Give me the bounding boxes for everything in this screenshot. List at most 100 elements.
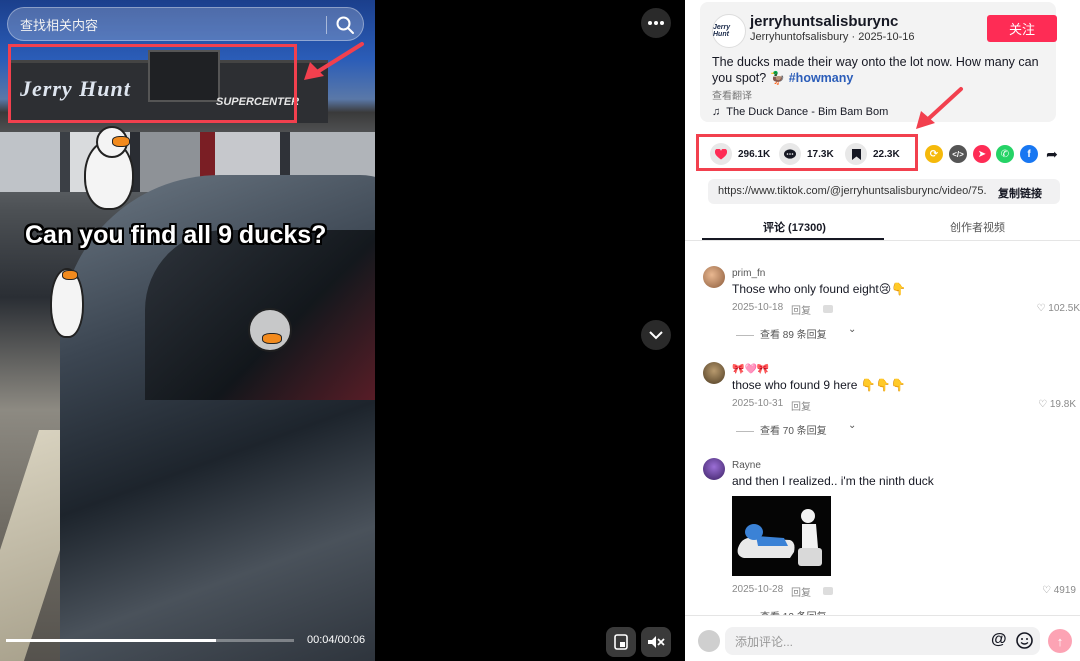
comment-composer: @ ↑ (685, 615, 1080, 661)
music-link[interactable]: ♫ The Duck Dance - Bim Bam Bom (712, 106, 888, 118)
tab-creator-videos[interactable]: 创作者视频 (950, 219, 1005, 235)
video-timestamp: 00:04/00:06 (307, 634, 366, 646)
comment-item: 🎀🩷🎀 those who found 9 here 👇👇👇 2025-10-3… (703, 362, 1078, 442)
muted-speaker-icon (648, 636, 665, 648)
current-user-avatar (698, 630, 720, 652)
bookmark-icon (845, 143, 867, 165)
arrow-up-icon: ↑ (1056, 633, 1064, 649)
duck-beak (112, 136, 130, 147)
like-stat[interactable]: 296.1K (710, 140, 770, 168)
comment-image[interactable] (732, 496, 831, 576)
mention-icon[interactable]: @ (991, 631, 1007, 649)
send-button[interactable]: ↑ (1048, 629, 1072, 653)
whatsapp-icon[interactable]: ✆ (996, 145, 1014, 163)
commenter-name[interactable]: Rayne (732, 460, 761, 471)
hashtag-link[interactable]: #howmany (789, 71, 854, 85)
reply-button[interactable]: 回复 (791, 302, 811, 317)
chevron-down-icon: ⌄ (848, 324, 857, 335)
pip-button[interactable] (606, 627, 636, 657)
heart-outline-icon: ♡ (1042, 585, 1054, 596)
comment-date: 2025-10-18 (732, 302, 784, 313)
duck-beak (262, 333, 282, 344)
like-count: 296.1K (738, 148, 771, 160)
duck-sticker (248, 308, 292, 352)
video-player[interactable]: Jerry Hunt SUPERCENTER Can you find all … (0, 0, 375, 661)
therapy-meme-image (732, 496, 831, 576)
save-stat[interactable]: 22.3K (845, 140, 900, 168)
translate-link[interactable]: 查看翻译 (712, 87, 752, 102)
comment-item: prim_fn Those who only found eight😢👇 202… (703, 266, 1080, 346)
share-url-box: https://www.tiktok.com/@jerryhuntsalisbu… (708, 179, 1060, 204)
next-video-button[interactable] (641, 320, 671, 350)
search-bar[interactable] (7, 7, 364, 41)
comment-box[interactable]: @ (725, 627, 1040, 655)
share-arrow-icon[interactable]: ➦ (1043, 145, 1061, 163)
commenter-name[interactable]: 🎀🩷🎀 (732, 364, 769, 375)
view-replies[interactable]: 查看 89 条回复 (736, 326, 827, 341)
emoji-icon[interactable] (1016, 632, 1033, 649)
comment-like[interactable]: ♡ 102.5K (1037, 303, 1080, 314)
commenter-avatar[interactable] (703, 362, 725, 384)
commenter-avatar[interactable] (703, 458, 725, 480)
comment-like-count: 102.5K (1048, 303, 1080, 314)
comment-stat[interactable]: 17.3K (779, 140, 834, 168)
follow-button[interactable]: 关注 (987, 15, 1057, 42)
comment-icon (779, 143, 801, 165)
comment-date: 2025-10-28 (732, 584, 784, 595)
creator-liked-icon (823, 305, 833, 313)
search-icon[interactable] (335, 15, 355, 35)
heart-icon (710, 143, 732, 165)
video-progress-bar[interactable] (6, 639, 294, 642)
comment-input[interactable] (733, 633, 967, 651)
comment-like-count: 19.8K (1049, 399, 1076, 410)
comment-item: Rayne and then I realized.. i'm the nint… (703, 458, 1078, 623)
post-description: The ducks made their way onto the lot no… (712, 54, 1057, 86)
comment-count: 17.3K (807, 148, 834, 160)
comment-like[interactable]: ♡ 19.8K (1038, 399, 1076, 410)
commenter-avatar[interactable] (703, 266, 725, 288)
comment-tabs: 评论 (17300) 创作者视频 (685, 212, 1080, 241)
view-replies[interactable]: 查看 70 条回复 (736, 422, 827, 437)
reply-button[interactable]: 回复 (791, 398, 811, 413)
search-input[interactable] (18, 14, 322, 36)
commenter-name[interactable]: prim_fn (732, 268, 765, 279)
post-card: Jerry Hunt jerryhuntsalisburync Jerryhun… (700, 2, 1057, 122)
video-pane: Jerry Hunt SUPERCENTER Can you find all … (0, 0, 685, 661)
music-note-icon: ♫ (712, 106, 721, 118)
save-count: 22.3K (873, 148, 900, 160)
author-meta: Jerryhuntofsalisbury · 2025-10-16 (750, 31, 915, 43)
sign-highlight-box (8, 44, 297, 123)
description-text: The ducks made their way onto the lot no… (712, 55, 1039, 85)
facebook-icon[interactable]: f (1020, 145, 1038, 163)
share-url[interactable]: https://www.tiktok.com/@jerryhuntsalisbu… (718, 185, 986, 197)
mute-button[interactable] (641, 627, 671, 657)
video-progress-fill (6, 639, 217, 642)
tab-comments[interactable]: 评论 (17300) (763, 219, 826, 235)
heart-outline-icon: ♡ (1036, 303, 1049, 314)
more-icon (648, 21, 664, 25)
author-name[interactable]: jerryhuntsalisburync (750, 13, 898, 30)
copy-link-button[interactable]: 复制链接 (998, 185, 1042, 201)
heart-outline-icon: ♡ (1038, 399, 1050, 410)
creator-liked-icon (823, 587, 833, 595)
comment-text: Those who only found eight😢👇 (732, 282, 907, 296)
annotation-arrow-icon (304, 42, 364, 80)
author-avatar[interactable]: Jerry Hunt (712, 14, 746, 48)
embed-icon[interactable]: </> (949, 145, 967, 163)
music-title: The Duck Dance - Bim Bam Bom (726, 106, 889, 118)
send-to-friends-icon[interactable]: ➤ (973, 145, 991, 163)
video-caption: Can you find all 9 ducks? (25, 221, 327, 249)
search-divider (326, 16, 327, 34)
chevron-down-icon: ⌄ (848, 420, 857, 431)
repost-icon[interactable]: ⟳ (925, 145, 943, 163)
picture-in-picture-icon (614, 634, 628, 650)
details-panel: Jerry Hunt jerryhuntsalisburync Jerryhun… (685, 0, 1080, 661)
reply-button[interactable]: 回复 (791, 584, 811, 599)
comment-like[interactable]: ♡ 4919 (1042, 585, 1076, 596)
more-options-button[interactable] (641, 8, 671, 38)
duck-beak (62, 270, 78, 280)
comment-date: 2025-10-31 (732, 398, 784, 409)
annotation-arrow-icon (916, 87, 963, 129)
comment-text: those who found 9 here 👇👇👇 (732, 378, 906, 392)
comment-text: and then I realized.. i'm the ninth duck (732, 474, 934, 488)
